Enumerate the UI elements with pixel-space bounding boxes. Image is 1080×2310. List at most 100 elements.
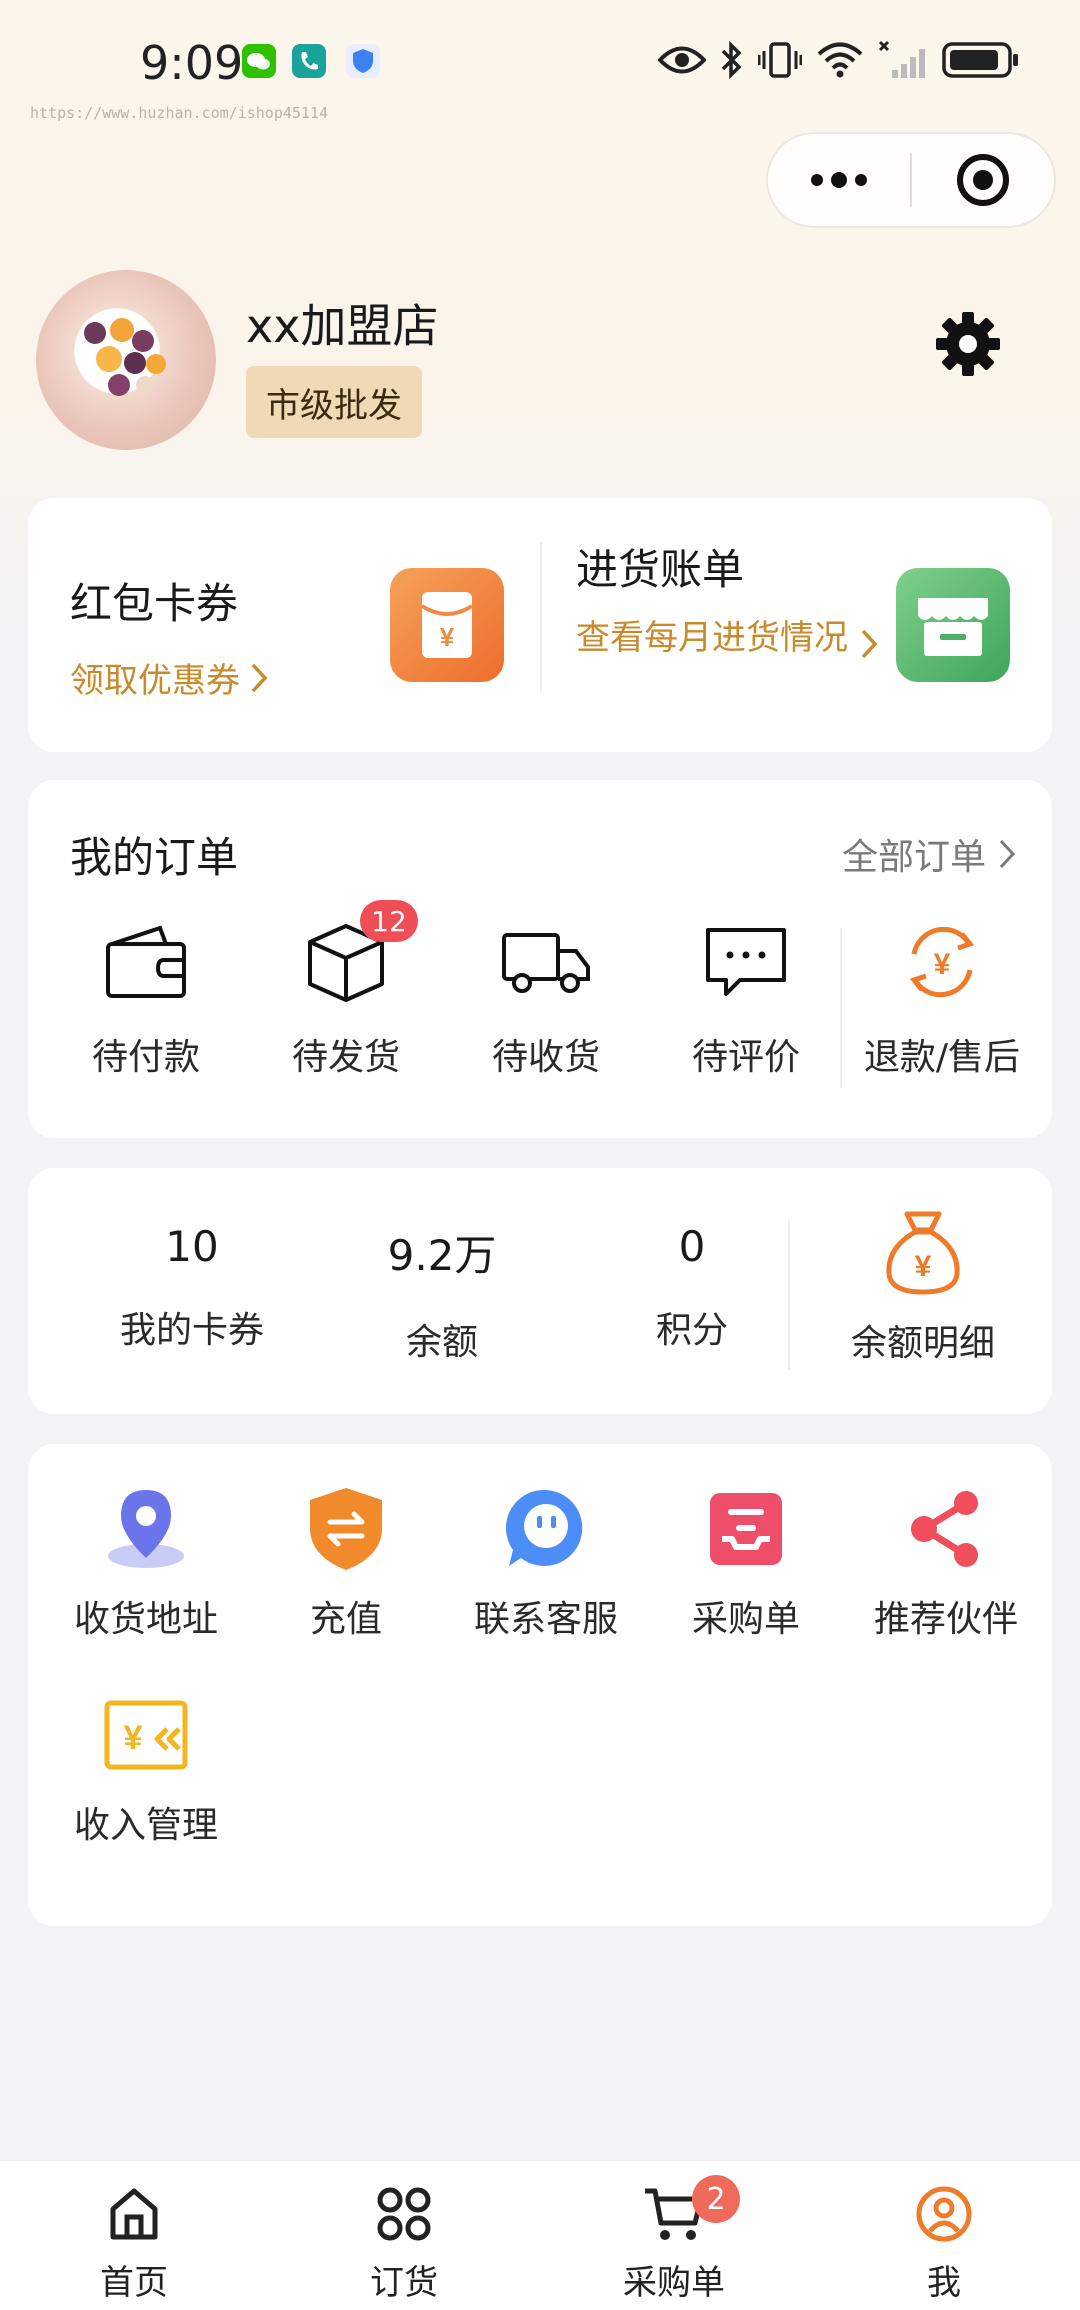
location-pin-icon [46, 1482, 246, 1576]
avatar-fruit [132, 330, 154, 352]
chevron-right-icon [999, 839, 1016, 869]
wallet-icon [46, 912, 246, 1012]
service-address[interactable]: 收货地址 [46, 1482, 246, 1642]
package-icon: 12 [246, 900, 446, 1012]
avatar-fruit [146, 354, 166, 374]
avatar-fruit [108, 374, 130, 396]
assets-card: 10 我的卡券 9.2万 余额 0 积分 ¥ 余额明细 [28, 1168, 1052, 1414]
more-dots-icon[interactable] [768, 134, 910, 226]
asset-label: 积分 [655, 1310, 728, 1351]
service-purchase-order[interactable]: 采购单 [646, 1482, 846, 1642]
battery-icon [942, 42, 1018, 78]
asset-value: 10 [165, 1222, 219, 1271]
money-bag-icon: ¥ [798, 1208, 1048, 1298]
vibrate-icon [758, 42, 802, 78]
store-name: xx加盟店 [246, 299, 439, 353]
asset-label: 余额 [405, 1322, 478, 1363]
store-icon[interactable] [896, 568, 1010, 682]
service-label: 充值 [309, 1599, 382, 1640]
recharge-shield-icon [246, 1482, 446, 1576]
bill-link[interactable]: 查看每月进货情况 [576, 611, 866, 665]
home-icon [34, 2181, 234, 2247]
truck-icon [446, 912, 646, 1012]
share-icon [846, 1482, 1046, 1576]
coupon-entry[interactable]: 红包卡券 领取优惠券 [70, 570, 268, 702]
tab-label: 订货 [370, 2263, 438, 2303]
avatar-fruit [84, 322, 106, 344]
service-customer-support[interactable]: 联系客服 [446, 1482, 646, 1642]
wifi-icon [817, 42, 863, 78]
avatar[interactable] [36, 270, 216, 450]
order-label: 待付款 [91, 1037, 200, 1078]
coupon-link[interactable]: 领取优惠券 [70, 653, 268, 702]
service-label: 收入管理 [73, 1805, 218, 1846]
purchase-list-icon [646, 1482, 846, 1576]
asset-value: 0 [678, 1222, 706, 1271]
service-label: 收货地址 [73, 1599, 218, 1640]
all-orders-link[interactable]: 全部订单 [842, 828, 1016, 880]
order-pending-payment[interactable]: 待付款 [46, 912, 246, 1092]
order-pending-shipment[interactable]: 12 待发货 [246, 900, 446, 1092]
service-label: 推荐伙伴 [873, 1599, 1018, 1640]
red-envelope-icon[interactable]: ¥ [390, 568, 504, 682]
services-card: 收货地址 充值 联系客服 采购单 推荐伙伴 ¥ 收入管理 [28, 1444, 1052, 1926]
promo-divider [540, 542, 542, 692]
user-circle-icon [844, 2181, 1044, 2247]
wechat-icon [242, 44, 276, 78]
svg-text:¥: ¥ [440, 622, 455, 652]
shield-icon [346, 44, 380, 78]
avatar-fruit [96, 346, 122, 372]
assets-divider [788, 1220, 790, 1370]
balance-detail-label: 余额明细 [850, 1323, 995, 1364]
coupon-title: 红包卡券 [70, 579, 239, 628]
chevron-right-icon [251, 663, 268, 692]
cart-icon: 2 [574, 2175, 774, 2247]
avatar-fruit [124, 352, 146, 374]
comment-icon [646, 912, 846, 1012]
asset-label: 我的卡券 [119, 1310, 264, 1351]
order-pending-receipt[interactable]: 待收货 [446, 912, 646, 1092]
svg-text:¥: ¥ [934, 948, 951, 981]
grid-dots-icon [304, 2181, 504, 2247]
service-recommend-partner[interactable]: 推荐伙伴 [846, 1482, 1046, 1642]
svg-text:¥: ¥ [915, 1250, 932, 1283]
chat-bubble-icon [446, 1482, 646, 1576]
balance-detail[interactable]: ¥ 余额明细 [798, 1208, 1048, 1366]
asset-coupons[interactable]: 10 我的卡券 [72, 1222, 312, 1353]
signal-icon [878, 40, 925, 78]
tab-order-goods[interactable]: 订货 [304, 2181, 504, 2304]
bill-entry[interactable]: 进货账单 查看每月进货情况 [576, 536, 866, 665]
phone-icon [292, 44, 326, 78]
status-time: 9:09 [140, 36, 244, 90]
avatar-fruit [136, 376, 154, 394]
order-label: 待收货 [491, 1037, 600, 1078]
order-label: 待发货 [291, 1037, 400, 1078]
order-pending-review[interactable]: 待评价 [646, 912, 846, 1092]
avatar-fruit [110, 318, 134, 342]
target-close-icon[interactable] [912, 134, 1054, 226]
income-icon: ¥ [46, 1688, 246, 1782]
tab-home[interactable]: 首页 [34, 2181, 234, 2304]
svg-text:¥: ¥ [124, 1719, 143, 1757]
gear-icon[interactable] [934, 310, 1002, 378]
tab-me[interactable]: 我 [844, 2181, 1044, 2304]
asset-points[interactable]: 0 积分 [572, 1222, 812, 1353]
service-recharge[interactable]: 充值 [246, 1482, 446, 1642]
orders-title: 我的订单 [70, 833, 239, 882]
tab-label: 首页 [100, 2263, 168, 2303]
tab-cart[interactable]: 2 采购单 [574, 2175, 774, 2304]
all-orders-label: 全部订单 [841, 837, 986, 878]
chevron-right-icon [861, 629, 878, 659]
status-icons [658, 40, 1020, 80]
service-income-management[interactable]: ¥ 收入管理 [46, 1688, 246, 1848]
asset-balance[interactable]: 9.2万 余额 [322, 1222, 562, 1365]
service-label: 联系客服 [473, 1599, 618, 1640]
cart-badge: 2 [692, 2175, 740, 2223]
order-badge: 12 [360, 900, 418, 942]
promo-card: 红包卡券 领取优惠券 ¥ 进货账单 查看每月进货情况 [28, 498, 1052, 752]
order-refund[interactable]: ¥ 退款/售后 [842, 912, 1042, 1092]
eye-icon [658, 46, 706, 74]
order-label: 待评价 [691, 1037, 800, 1078]
store-level-tag: 市级批发 [246, 366, 422, 438]
tab-label: 我 [927, 2263, 961, 2303]
